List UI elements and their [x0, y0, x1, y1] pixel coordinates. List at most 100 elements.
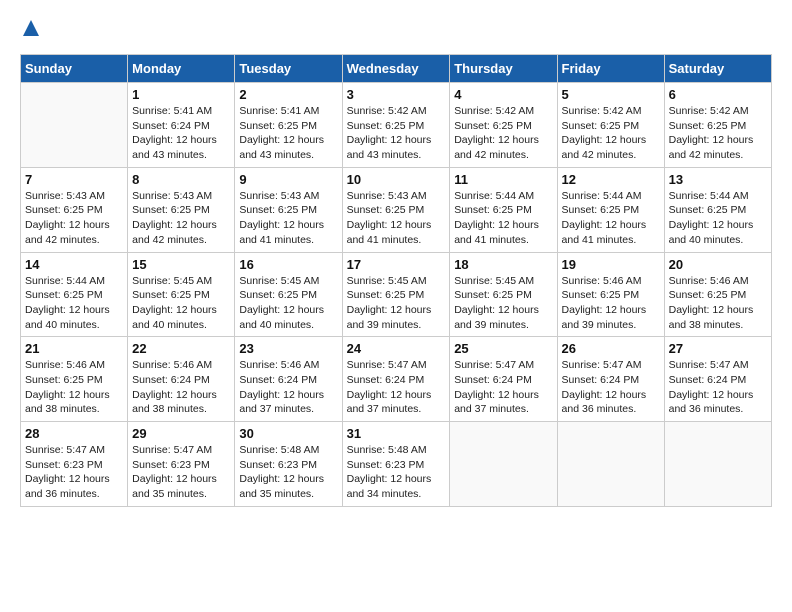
day-number: 22	[132, 341, 230, 356]
calendar-cell: 9 Sunrise: 5:43 AM Sunset: 6:25 PM Daylig…	[235, 167, 342, 252]
day-info: Sunrise: 5:42 AM Sunset: 6:25 PM Dayligh…	[347, 104, 446, 163]
day-info: Sunrise: 5:46 AM Sunset: 6:25 PM Dayligh…	[562, 274, 660, 333]
logo-text	[20, 20, 39, 44]
page-header	[20, 20, 772, 44]
calendar-week-2: 7 Sunrise: 5:43 AM Sunset: 6:25 PM Daylig…	[21, 167, 772, 252]
day-info: Sunrise: 5:41 AM Sunset: 6:24 PM Dayligh…	[132, 104, 230, 163]
day-info: Sunrise: 5:43 AM Sunset: 6:25 PM Dayligh…	[25, 189, 123, 248]
day-number: 15	[132, 257, 230, 272]
calendar-cell	[21, 83, 128, 168]
day-number: 7	[25, 172, 123, 187]
day-info: Sunrise: 5:42 AM Sunset: 6:25 PM Dayligh…	[669, 104, 767, 163]
day-number: 8	[132, 172, 230, 187]
calendar-cell: 5 Sunrise: 5:42 AM Sunset: 6:25 PM Daylig…	[557, 83, 664, 168]
logo-icon	[23, 20, 39, 36]
day-number: 13	[669, 172, 767, 187]
day-number: 6	[669, 87, 767, 102]
calendar-cell: 6 Sunrise: 5:42 AM Sunset: 6:25 PM Daylig…	[664, 83, 771, 168]
day-header-saturday: Saturday	[664, 55, 771, 83]
day-header-sunday: Sunday	[21, 55, 128, 83]
day-header-thursday: Thursday	[450, 55, 557, 83]
calendar-cell: 7 Sunrise: 5:43 AM Sunset: 6:25 PM Daylig…	[21, 167, 128, 252]
calendar-cell: 28Sunrise: 5:47 AM Sunset: 6:23 PM Dayli…	[21, 422, 128, 507]
day-number: 20	[669, 257, 767, 272]
calendar-cell: 27Sunrise: 5:47 AM Sunset: 6:24 PM Dayli…	[664, 337, 771, 422]
day-info: Sunrise: 5:45 AM Sunset: 6:25 PM Dayligh…	[454, 274, 552, 333]
day-info: Sunrise: 5:48 AM Sunset: 6:23 PM Dayligh…	[347, 443, 446, 502]
day-header-friday: Friday	[557, 55, 664, 83]
day-info: Sunrise: 5:47 AM Sunset: 6:24 PM Dayligh…	[454, 358, 552, 417]
calendar-cell: 1Sunrise: 5:41 AM Sunset: 6:24 PM Daylig…	[128, 83, 235, 168]
calendar-week-5: 28Sunrise: 5:47 AM Sunset: 6:23 PM Dayli…	[21, 422, 772, 507]
calendar-cell: 4 Sunrise: 5:42 AM Sunset: 6:25 PM Daylig…	[450, 83, 557, 168]
calendar-cell: 29 Sunrise: 5:47 AM Sunset: 6:23 PM Dayli…	[128, 422, 235, 507]
calendar-cell: 22 Sunrise: 5:46 AM Sunset: 6:24 PM Dayli…	[128, 337, 235, 422]
day-number: 24	[347, 341, 446, 356]
calendar-cell: 2 Sunrise: 5:41 AM Sunset: 6:25 PM Daylig…	[235, 83, 342, 168]
calendar-cell: 31Sunrise: 5:48 AM Sunset: 6:23 PM Dayli…	[342, 422, 450, 507]
calendar-table: SundayMondayTuesdayWednesdayThursdayFrid…	[20, 54, 772, 507]
calendar-cell: 24 Sunrise: 5:47 AM Sunset: 6:24 PM Dayli…	[342, 337, 450, 422]
day-number: 14	[25, 257, 123, 272]
day-number: 21	[25, 341, 123, 356]
day-info: Sunrise: 5:47 AM Sunset: 6:24 PM Dayligh…	[562, 358, 660, 417]
calendar-cell: 11Sunrise: 5:44 AM Sunset: 6:25 PM Dayli…	[450, 167, 557, 252]
day-number: 9	[239, 172, 337, 187]
day-number: 11	[454, 172, 552, 187]
day-info: Sunrise: 5:43 AM Sunset: 6:25 PM Dayligh…	[132, 189, 230, 248]
day-number: 16	[239, 257, 337, 272]
day-info: Sunrise: 5:46 AM Sunset: 6:24 PM Dayligh…	[239, 358, 337, 417]
day-info: Sunrise: 5:46 AM Sunset: 6:25 PM Dayligh…	[669, 274, 767, 333]
logo	[20, 20, 39, 44]
day-number: 19	[562, 257, 660, 272]
day-header-wednesday: Wednesday	[342, 55, 450, 83]
day-header-tuesday: Tuesday	[235, 55, 342, 83]
calendar-cell: 10Sunrise: 5:43 AM Sunset: 6:25 PM Dayli…	[342, 167, 450, 252]
day-info: Sunrise: 5:44 AM Sunset: 6:25 PM Dayligh…	[562, 189, 660, 248]
calendar-cell	[450, 422, 557, 507]
day-info: Sunrise: 5:45 AM Sunset: 6:25 PM Dayligh…	[347, 274, 446, 333]
day-number: 18	[454, 257, 552, 272]
day-info: Sunrise: 5:43 AM Sunset: 6:25 PM Dayligh…	[239, 189, 337, 248]
calendar-week-4: 21 Sunrise: 5:46 AM Sunset: 6:25 PM Dayli…	[21, 337, 772, 422]
day-number: 29	[132, 426, 230, 441]
day-info: Sunrise: 5:47 AM Sunset: 6:23 PM Dayligh…	[25, 443, 123, 502]
day-number: 12	[562, 172, 660, 187]
calendar-cell: 13 Sunrise: 5:44 AM Sunset: 6:25 PM Dayli…	[664, 167, 771, 252]
day-info: Sunrise: 5:45 AM Sunset: 6:25 PM Dayligh…	[239, 274, 337, 333]
calendar-week-3: 14Sunrise: 5:44 AM Sunset: 6:25 PM Dayli…	[21, 252, 772, 337]
calendar-cell: 16 Sunrise: 5:45 AM Sunset: 6:25 PM Dayli…	[235, 252, 342, 337]
day-number: 10	[347, 172, 446, 187]
day-info: Sunrise: 5:44 AM Sunset: 6:25 PM Dayligh…	[669, 189, 767, 248]
calendar-cell: 12 Sunrise: 5:44 AM Sunset: 6:25 PM Dayli…	[557, 167, 664, 252]
calendar-cell: 3 Sunrise: 5:42 AM Sunset: 6:25 PM Daylig…	[342, 83, 450, 168]
day-info: Sunrise: 5:42 AM Sunset: 6:25 PM Dayligh…	[562, 104, 660, 163]
day-number: 4	[454, 87, 552, 102]
day-number: 5	[562, 87, 660, 102]
calendar-cell: 26Sunrise: 5:47 AM Sunset: 6:24 PM Dayli…	[557, 337, 664, 422]
day-info: Sunrise: 5:46 AM Sunset: 6:25 PM Dayligh…	[25, 358, 123, 417]
calendar-cell: 20 Sunrise: 5:46 AM Sunset: 6:25 PM Dayli…	[664, 252, 771, 337]
day-info: Sunrise: 5:46 AM Sunset: 6:24 PM Dayligh…	[132, 358, 230, 417]
day-info: Sunrise: 5:48 AM Sunset: 6:23 PM Dayligh…	[239, 443, 337, 502]
day-number: 3	[347, 87, 446, 102]
calendar-cell: 14Sunrise: 5:44 AM Sunset: 6:25 PM Dayli…	[21, 252, 128, 337]
day-number: 17	[347, 257, 446, 272]
calendar-cell: 17 Sunrise: 5:45 AM Sunset: 6:25 PM Dayli…	[342, 252, 450, 337]
day-info: Sunrise: 5:42 AM Sunset: 6:25 PM Dayligh…	[454, 104, 552, 163]
day-number: 23	[239, 341, 337, 356]
calendar-cell: 21 Sunrise: 5:46 AM Sunset: 6:25 PM Dayli…	[21, 337, 128, 422]
calendar-cell	[664, 422, 771, 507]
day-info: Sunrise: 5:47 AM Sunset: 6:23 PM Dayligh…	[132, 443, 230, 502]
calendar-cell: 15Sunrise: 5:45 AM Sunset: 6:25 PM Dayli…	[128, 252, 235, 337]
day-info: Sunrise: 5:41 AM Sunset: 6:25 PM Dayligh…	[239, 104, 337, 163]
day-number: 27	[669, 341, 767, 356]
calendar-cell	[557, 422, 664, 507]
calendar-cell: 8 Sunrise: 5:43 AM Sunset: 6:25 PM Daylig…	[128, 167, 235, 252]
day-number: 2	[239, 87, 337, 102]
calendar-header-row: SundayMondayTuesdayWednesdayThursdayFrid…	[21, 55, 772, 83]
day-number: 30	[239, 426, 337, 441]
day-info: Sunrise: 5:47 AM Sunset: 6:24 PM Dayligh…	[347, 358, 446, 417]
day-header-monday: Monday	[128, 55, 235, 83]
calendar-cell: 23 Sunrise: 5:46 AM Sunset: 6:24 PM Dayli…	[235, 337, 342, 422]
